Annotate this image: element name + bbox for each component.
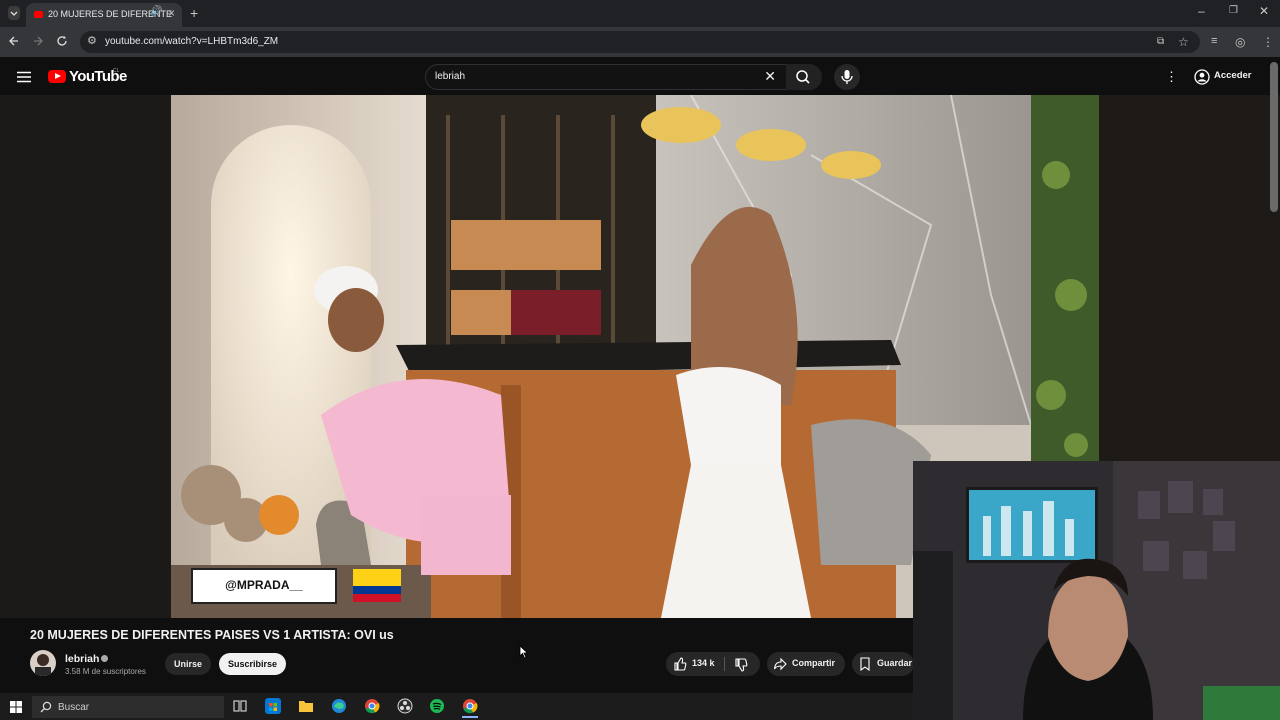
- reload-icon: [57, 36, 67, 46]
- voice-search-button[interactable]: [834, 64, 860, 90]
- active-app-indicator: [462, 716, 478, 718]
- share-label: Compartir: [792, 658, 836, 668]
- minimize-button[interactable]: –: [1198, 4, 1205, 18]
- search-icon: [796, 70, 810, 84]
- bookmark-icon: [860, 657, 870, 671]
- media-controls-icon[interactable]: ≡: [1211, 35, 1217, 47]
- taskbar-search-placeholder: Buscar: [58, 702, 90, 713]
- browser-menu-icon[interactable]: ⋮: [1262, 35, 1274, 49]
- channel-name[interactable]: lebriah: [65, 653, 99, 665]
- spotify-icon[interactable]: [429, 698, 445, 714]
- tab-search-button[interactable]: [8, 6, 20, 20]
- search-button[interactable]: [786, 64, 822, 90]
- save-label: Guardar: [877, 658, 913, 668]
- subscribe-button[interactable]: Suscribirse: [219, 653, 286, 675]
- restore-button[interactable]: ❐: [1229, 5, 1238, 16]
- url-text: youtube.com/watch?v=LHBTm3d6_ZM: [105, 36, 279, 47]
- new-tab-button[interactable]: +: [190, 5, 198, 21]
- like-dislike-bar: 134 k: [666, 652, 760, 676]
- join-button[interactable]: Unirse: [165, 653, 211, 675]
- country-code: CL: [113, 68, 120, 74]
- subscriber-count: 3.58 M de suscriptores: [65, 667, 146, 676]
- overlay-handle-label: @MPRADA__: [225, 578, 303, 592]
- share-arrow-icon: [773, 657, 787, 671]
- webcam-image: [913, 461, 1280, 720]
- page-scrollbar[interactable]: [1270, 62, 1278, 212]
- account-icon: [1194, 69, 1210, 85]
- search-query: lebriah: [435, 71, 466, 82]
- chrome-icon[interactable]: [364, 698, 380, 714]
- taskbar-search-box[interactable]: Buscar: [32, 696, 224, 718]
- address-bar[interactable]: ⚙ youtube.com/watch?v=LHBTm3d6_ZM: [80, 31, 1200, 53]
- arrow-right-icon: [34, 36, 43, 46]
- hamburger-icon: [17, 71, 31, 83]
- site-info-icon[interactable]: ⚙: [87, 34, 97, 47]
- close-window-button[interactable]: ✕: [1259, 4, 1269, 18]
- back-button[interactable]: [8, 35, 20, 50]
- arrow-left-icon: [9, 36, 18, 46]
- reload-button[interactable]: [56, 35, 68, 50]
- like-thumb-icon[interactable]: [673, 657, 687, 671]
- settings-more-icon[interactable]: ⋮: [1165, 69, 1178, 85]
- microphone-icon: [841, 70, 853, 84]
- like-count[interactable]: 134 k: [692, 658, 715, 668]
- guide-menu-button[interactable]: [17, 70, 31, 88]
- browser-tab[interactable]: 20 MUJERES DE DIFERENTE 🔊 ×: [26, 3, 182, 27]
- task-view-icon[interactable]: [232, 698, 248, 714]
- search-input[interactable]: lebriah ✕: [425, 64, 787, 90]
- chrome-icon[interactable]: [462, 698, 478, 714]
- obs-icon[interactable]: [397, 698, 413, 714]
- speaker-icon[interactable]: 🔊: [150, 6, 162, 17]
- sign-in-button[interactable]: Acceder: [1188, 66, 1260, 88]
- clear-search-icon[interactable]: ✕: [764, 68, 776, 85]
- bookmark-star-icon[interactable]: ☆: [1178, 35, 1189, 49]
- avatar-image: [35, 654, 51, 676]
- start-button[interactable]: [10, 700, 22, 718]
- save-button[interactable]: Guardar: [852, 652, 914, 676]
- mouse-cursor-icon: [519, 645, 529, 659]
- webcam-overlay: [913, 461, 1280, 720]
- windows-logo-icon: [10, 701, 22, 713]
- video-side-pad-left: [0, 95, 171, 618]
- close-tab-icon[interactable]: ×: [168, 6, 175, 20]
- youtube-logo-icon[interactable]: [48, 70, 66, 83]
- chevron-down-icon: [10, 11, 18, 16]
- store-icon[interactable]: [265, 698, 281, 714]
- forward-button[interactable]: [32, 35, 44, 50]
- dislike-thumb-icon[interactable]: [734, 658, 748, 672]
- sign-in-label: Acceder: [1214, 70, 1252, 81]
- install-app-icon[interactable]: ⧉: [1157, 36, 1164, 47]
- profile-icon[interactable]: ◎: [1235, 35, 1245, 49]
- like-divider: [724, 657, 725, 671]
- verified-badge-icon: [101, 655, 108, 662]
- channel-avatar[interactable]: [30, 650, 56, 676]
- edge-icon[interactable]: [331, 698, 347, 714]
- file-explorer-icon[interactable]: [298, 698, 314, 714]
- share-button[interactable]: Compartir: [767, 652, 845, 676]
- search-icon: [40, 701, 52, 713]
- video-title: 20 MUJERES DE DIFERENTES PAISES VS 1 ART…: [30, 628, 394, 642]
- youtube-favicon-icon: [34, 11, 43, 18]
